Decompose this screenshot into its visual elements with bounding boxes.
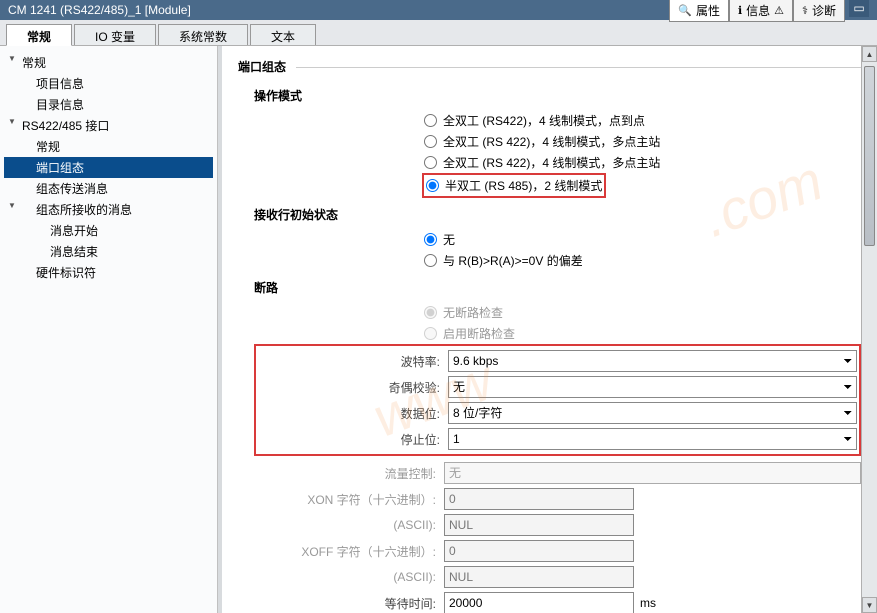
tree-item[interactable]: 项目信息	[4, 73, 213, 94]
init-radio-1[interactable]: 与 R(B)>R(A)>=0V 的偏差	[424, 250, 861, 271]
waittime-label: 等待时间:	[254, 595, 444, 612]
serial-settings-highlight: 波特率:9.6 kbps 奇偶校验:无 数据位:8 位/字符 停止位:1	[254, 344, 861, 456]
init-state-title: 接收行初始状态	[254, 206, 861, 223]
tree-item[interactable]: 硬件标识符	[4, 262, 213, 283]
opmode-radio-0[interactable]: 全双工 (RS422)，4 线制模式，点到点	[424, 110, 861, 131]
tree-item[interactable]: RS422/485 接口	[4, 115, 213, 136]
radio-input	[424, 327, 437, 340]
scrollbar-thumb[interactable]	[864, 66, 875, 246]
opmode-radio-2[interactable]: 全双工 (RS 422)，4 线制模式，多点主站	[424, 152, 861, 173]
break-radio-1: 启用断路检查	[424, 323, 861, 344]
opmode-radio-3[interactable]: 半双工 (RS 485)，2 线制模式	[426, 177, 602, 194]
parity-select[interactable]: 无	[448, 376, 857, 398]
tree-item[interactable]: 消息开始	[4, 220, 213, 241]
radio-input[interactable]	[426, 179, 439, 192]
break-radio-0: 无断路检查	[424, 302, 861, 323]
databits-label: 数据位:	[258, 405, 448, 422]
tree-item[interactable]: 组态所接收的消息	[4, 199, 213, 220]
scroll-up-button[interactable]: ▲	[862, 46, 877, 62]
xoffhex-label: XOFF 字符（十六进制）:	[254, 543, 444, 560]
warning-icon: ⚠	[774, 4, 784, 17]
tab-system-constants[interactable]: 系统常数	[158, 24, 248, 45]
tree-item[interactable]: 常规	[4, 136, 213, 157]
tab-io[interactable]: IO 变量	[74, 24, 156, 45]
radio-input[interactable]	[424, 233, 437, 246]
titlebar-tabs: 🔍属性 ℹ信息⚠ ⚕诊断 ▭	[669, 0, 869, 22]
scroll-down-button[interactable]: ▼	[862, 597, 877, 613]
main-tabs: 常规 IO 变量 系统常数 文本	[0, 20, 877, 46]
radio-input[interactable]	[424, 114, 437, 127]
tree-item[interactable]: 组态传送消息	[4, 178, 213, 199]
info-icon: ℹ	[738, 4, 742, 17]
opmode-radio-1[interactable]: 全双工 (RS 422)，4 线制模式，多点主站	[424, 131, 861, 152]
tab-general[interactable]: 常规	[6, 24, 72, 46]
init-radio-0[interactable]: 无	[424, 229, 861, 250]
opmode-highlight: 半双工 (RS 485)，2 线制模式	[422, 173, 606, 198]
baud-select[interactable]: 9.6 kbps	[448, 350, 857, 372]
radio-input[interactable]	[424, 135, 437, 148]
flowctrl-label: 流量控制:	[254, 465, 444, 482]
search-icon: 🔍	[678, 4, 692, 17]
page-title: 端口组态	[238, 54, 861, 79]
tree-item[interactable]: 端口组态	[4, 157, 213, 178]
databits-select[interactable]: 8 位/字符	[448, 402, 857, 424]
radio-input[interactable]	[424, 254, 437, 267]
tab-properties[interactable]: 🔍属性	[669, 0, 729, 22]
diag-icon: ⚕	[802, 4, 808, 17]
xoffascii-input	[444, 566, 634, 588]
window-title: CM 1241 (RS422/485)_1 [Module]	[8, 3, 191, 17]
xonhex-input	[444, 488, 634, 510]
xonascii-label: (ASCII):	[254, 518, 444, 532]
parity-label: 奇偶校验:	[258, 379, 448, 396]
tree-item[interactable]: 目录信息	[4, 94, 213, 115]
tree-item[interactable]: 消息结束	[4, 241, 213, 262]
flowctrl-select: 无	[444, 462, 861, 484]
xonascii-input	[444, 514, 634, 536]
waittime-unit: ms	[640, 596, 656, 610]
tab-info[interactable]: ℹ信息⚠	[729, 0, 793, 22]
tree-item[interactable]: 常规	[4, 52, 213, 73]
xoffhex-input	[444, 540, 634, 562]
operation-mode-title: 操作模式	[254, 87, 861, 104]
nav-tree[interactable]: 常规项目信息目录信息RS422/485 接口常规端口组态组态传送消息组态所接收的…	[0, 46, 218, 613]
content-area: 端口组态 操作模式 全双工 (RS422)，4 线制模式，点到点 全双工 (RS…	[222, 46, 877, 613]
stopbits-label: 停止位:	[258, 431, 448, 448]
tab-text[interactable]: 文本	[250, 24, 316, 45]
title-bar: CM 1241 (RS422/485)_1 [Module] 🔍属性 ℹ信息⚠ …	[0, 0, 877, 20]
minimize-button[interactable]: ▭	[849, 0, 869, 17]
tab-diagnostics[interactable]: ⚕诊断	[793, 0, 845, 22]
vertical-scrollbar[interactable]: ▲ ▼	[861, 46, 877, 613]
radio-input[interactable]	[424, 156, 437, 169]
baud-label: 波特率:	[258, 353, 448, 370]
radio-input	[424, 306, 437, 319]
break-title: 断路	[254, 279, 861, 296]
waittime-input[interactable]	[444, 592, 634, 613]
xonhex-label: XON 字符（十六进制）:	[254, 491, 444, 508]
stopbits-select[interactable]: 1	[448, 428, 857, 450]
xoffascii-label: (ASCII):	[254, 570, 444, 584]
